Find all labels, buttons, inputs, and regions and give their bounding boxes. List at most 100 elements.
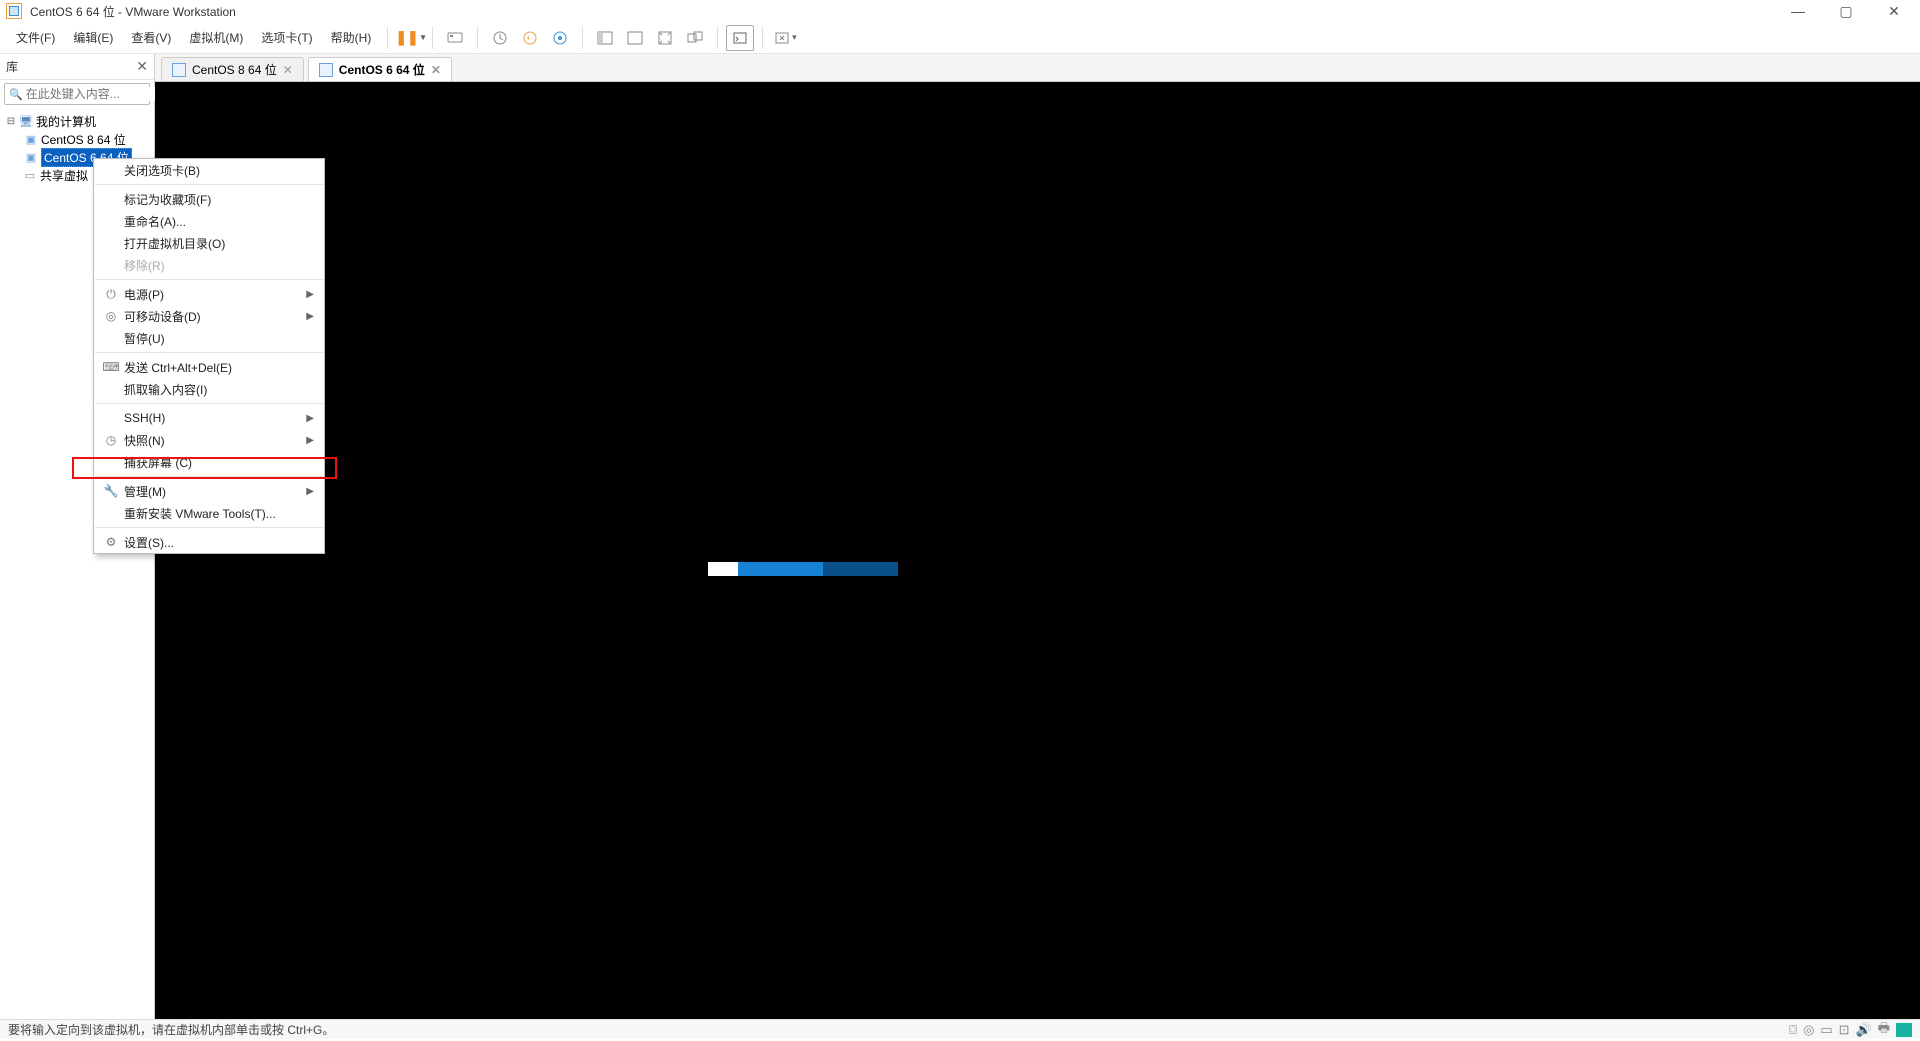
status-bar: 要将输入定向到该虚拟机，请在虚拟机内部单击或按 Ctrl+G。 ⌼ ◎ ▭ ⊡ … <box>0 1019 1920 1039</box>
vm-console[interactable] <box>155 82 1920 1019</box>
separator <box>95 403 323 404</box>
separator <box>95 279 323 280</box>
view-stretch-button[interactable]: ▾ <box>771 25 799 51</box>
view-console-only-button[interactable] <box>726 25 754 51</box>
menu-vm[interactable]: 虚拟机(M) <box>181 25 251 50</box>
send-cad-toolbar-button[interactable] <box>441 25 469 51</box>
submenu-arrow-icon: ▶ <box>306 311 314 322</box>
separator <box>387 27 388 49</box>
devices-icon: ◎ <box>102 309 120 323</box>
separator <box>477 27 478 49</box>
menu-tabs[interactable]: 选项卡(T) <box>253 25 320 50</box>
keyboard-icon: ⌨ <box>102 360 120 374</box>
vm-icon <box>319 63 333 77</box>
sidebar-search[interactable]: 🔍 ▼ <box>4 83 150 105</box>
tray-floppy-icon[interactable]: ▭ <box>1820 1022 1832 1038</box>
tab-label: CentOS 8 64 位 <box>192 61 277 78</box>
tray-sound-icon[interactable]: 🔊 <box>1856 1022 1872 1038</box>
vm-icon: ▣ <box>24 150 38 164</box>
window-title: CentOS 6 64 位 - VMware Workstation <box>30 3 236 20</box>
minimize-button[interactable]: — <box>1786 3 1810 20</box>
ctx-close-tab[interactable]: 关闭选项卡(B) <box>94 159 324 181</box>
submenu-arrow-icon: ▶ <box>306 486 314 497</box>
tray-message-icon[interactable] <box>1896 1023 1912 1037</box>
menu-view[interactable]: 查看(V) <box>123 25 179 50</box>
vm-icon <box>172 63 186 77</box>
sidebar-title: 库 <box>6 58 18 75</box>
sidebar-close-button[interactable]: ✕ <box>136 58 148 75</box>
view-fullscreen-button[interactable] <box>651 25 679 51</box>
ctx-remove: 移除(R) <box>94 254 324 276</box>
ctx-send-cad[interactable]: ⌨ 发送 Ctrl+Alt+Del(E) <box>94 356 324 378</box>
tree-root-my-computer[interactable]: ⊟ 🖥 我的计算机 <box>2 112 152 130</box>
ctx-open-vm-dir[interactable]: 打开虚拟机目录(O) <box>94 232 324 254</box>
ctx-snapshot[interactable]: ◷ 快照(N) ▶ <box>94 429 324 451</box>
separator <box>432 27 433 49</box>
submenu-arrow-icon: ▶ <box>306 413 314 424</box>
tree-vm-centos8[interactable]: ▣ CentOS 8 64 位 <box>2 130 152 148</box>
expand-icon[interactable] <box>10 170 20 181</box>
separator <box>95 184 323 185</box>
ctx-reinstall-vmware-tools[interactable]: 重新安装 VMware Tools(T)... <box>94 502 324 524</box>
tab-label: CentOS 6 64 位 <box>339 61 425 78</box>
menu-file[interactable]: 文件(F) <box>8 25 63 50</box>
ctx-mark-favorite[interactable]: 标记为收藏项(F) <box>94 188 324 210</box>
vm-context-menu: 关闭选项卡(B) 标记为收藏项(F) 重命名(A)... 打开虚拟机目录(O) … <box>93 158 325 554</box>
menu-bar: 文件(F) 编辑(E) 查看(V) 虚拟机(M) 选项卡(T) 帮助(H) ❚❚… <box>0 22 1920 54</box>
snapshot-take-button[interactable] <box>486 25 514 51</box>
maximize-button[interactable]: ▢ <box>1834 3 1858 20</box>
view-console-button[interactable] <box>621 25 649 51</box>
ctx-grab-input[interactable]: 抓取输入内容(I) <box>94 378 324 400</box>
tree-label: 我的计算机 <box>36 113 96 130</box>
tray-printer-icon[interactable]: 🖶 <box>1878 1019 1890 1041</box>
tab-centos6[interactable]: CentOS 6 64 位 ✕ <box>308 57 452 81</box>
tab-close-button[interactable]: ✕ <box>431 63 441 77</box>
tray-network-icon[interactable]: ⊡ <box>1839 1022 1850 1038</box>
separator <box>762 27 763 49</box>
status-tray: ⌼ ◎ ▭ ⊡ 🔊 🖶 <box>1789 1019 1912 1041</box>
shared-icon: ▭ <box>23 168 37 182</box>
ctx-ssh[interactable]: SSH(H) ▶ <box>94 407 324 429</box>
tray-disk-icon[interactable]: ⌼ <box>1789 1022 1797 1038</box>
ctx-settings[interactable]: ⚙ 设置(S)... <box>94 531 324 553</box>
tab-close-button[interactable]: ✕ <box>283 63 293 77</box>
computer-icon: 🖥 <box>19 114 33 128</box>
submenu-arrow-icon: ▶ <box>306 289 314 300</box>
title-bar: CentOS 6 64 位 - VMware Workstation — ▢ ✕ <box>0 0 1920 22</box>
tree-label: 共享虚拟 <box>40 167 88 184</box>
view-unity-button[interactable] <box>681 25 709 51</box>
separator <box>95 352 323 353</box>
tab-centos8[interactable]: CentOS 8 64 位 ✕ <box>161 57 304 81</box>
boot-progress-bar <box>708 562 898 576</box>
separator <box>717 27 718 49</box>
pause-toolbar-button[interactable]: ❚❚▾ <box>396 25 424 51</box>
tree-label: CentOS 8 64 位 <box>41 131 126 148</box>
snapshot-manager-button[interactable] <box>546 25 574 51</box>
separator <box>95 476 323 477</box>
ctx-pause[interactable]: 暂停(U) <box>94 327 324 349</box>
snapshot-revert-button[interactable] <box>516 25 544 51</box>
ctx-removable-devices[interactable]: ◎ 可移动设备(D) ▶ <box>94 305 324 327</box>
ctx-manage[interactable]: 🔧 管理(M) ▶ <box>94 480 324 502</box>
content-area: CentOS 8 64 位 ✕ CentOS 6 64 位 ✕ <box>155 54 1920 1019</box>
view-sidebar-button[interactable] <box>591 25 619 51</box>
collapse-icon[interactable]: ⊟ <box>6 116 16 127</box>
tab-bar: CentOS 8 64 位 ✕ CentOS 6 64 位 ✕ <box>155 54 1920 82</box>
settings-icon: ⚙ <box>102 535 120 549</box>
tray-cd-icon[interactable]: ◎ <box>1803 1022 1814 1038</box>
search-icon: 🔍 <box>9 88 23 101</box>
menu-help[interactable]: 帮助(H) <box>323 25 380 50</box>
menu-edit[interactable]: 编辑(E) <box>65 25 121 50</box>
ctx-power[interactable]: ⏻ 电源(P) ▶ <box>94 283 324 305</box>
app-icon <box>6 3 22 19</box>
separator <box>582 27 583 49</box>
separator <box>95 527 323 528</box>
vm-icon: ▣ <box>24 132 38 146</box>
status-text: 要将输入定向到该虚拟机，请在虚拟机内部单击或按 Ctrl+G。 <box>8 1021 334 1038</box>
submenu-arrow-icon: ▶ <box>306 435 314 446</box>
close-button[interactable]: ✕ <box>1882 3 1906 20</box>
power-icon: ⏻ <box>102 287 120 302</box>
ctx-rename[interactable]: 重命名(A)... <box>94 210 324 232</box>
ctx-capture-screen[interactable]: 捕获屏幕 (C) <box>94 451 324 473</box>
wrench-icon: 🔧 <box>102 484 120 498</box>
